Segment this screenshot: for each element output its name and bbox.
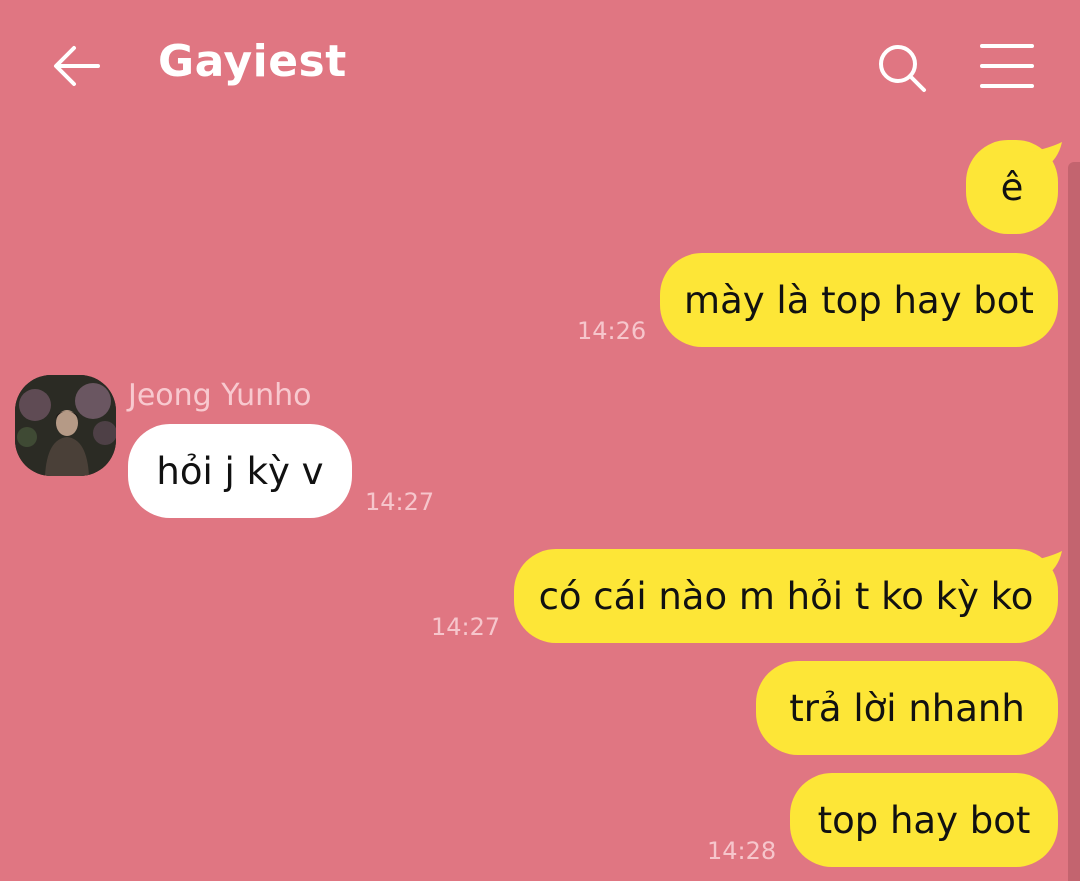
search-button[interactable] bbox=[874, 40, 930, 96]
message-timestamp: 14:26 bbox=[577, 317, 647, 345]
arrow-left-icon bbox=[54, 46, 100, 86]
back-button[interactable] bbox=[48, 38, 104, 94]
message-timestamp: 14:27 bbox=[431, 613, 501, 641]
chat-header: Gayiest bbox=[0, 0, 1080, 132]
bubble-tail bbox=[1030, 142, 1062, 168]
message-bubble-sent[interactable]: có cái nào m hỏi t ko kỳ ko bbox=[514, 549, 1058, 643]
search-icon bbox=[879, 45, 926, 92]
message-text: hỏi j kỳ v bbox=[156, 449, 324, 493]
message-bubble-sent[interactable]: mày là top hay bot bbox=[660, 253, 1058, 347]
message-bubble-sent[interactable]: top hay bot bbox=[790, 773, 1058, 867]
message-bubble-received[interactable]: hỏi j kỳ v bbox=[128, 424, 352, 518]
message-text: top hay bot bbox=[817, 798, 1031, 842]
avatar-photo bbox=[15, 375, 116, 476]
menu-button[interactable] bbox=[978, 40, 1036, 92]
chat-screen: Gayiest ê mày là top hay bot 14:26 Jeong… bbox=[0, 0, 1080, 881]
message-timestamp: 14:27 bbox=[365, 488, 435, 516]
hamburger-menu-icon bbox=[980, 44, 1034, 88]
sender-name: Jeong Yunho bbox=[128, 378, 312, 413]
message-bubble-sent[interactable]: trả lời nhanh bbox=[756, 661, 1058, 755]
bubble-tail bbox=[1030, 551, 1062, 577]
scrollbar[interactable] bbox=[1068, 162, 1080, 881]
avatar[interactable] bbox=[15, 375, 116, 476]
message-text: trả lời nhanh bbox=[789, 686, 1025, 730]
message-text: ê bbox=[1000, 165, 1024, 209]
chat-title: Gayiest bbox=[158, 36, 347, 87]
message-timestamp: 14:28 bbox=[707, 837, 777, 865]
message-text: có cái nào m hỏi t ko kỳ ko bbox=[538, 574, 1034, 618]
message-text: mày là top hay bot bbox=[684, 278, 1034, 322]
